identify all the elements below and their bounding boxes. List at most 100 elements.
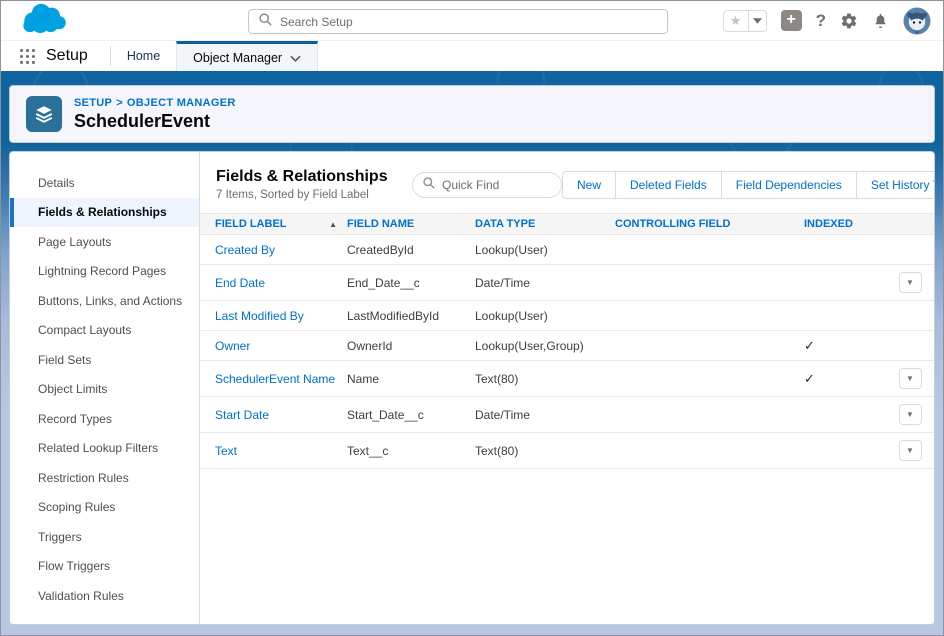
sidebar-item-record-types[interactable]: Record Types (10, 404, 199, 434)
header-actions: ★ + ? (723, 7, 931, 35)
table-row: Start Date Start_Date__c Date/Time ▼ (200, 397, 935, 433)
column-header-controlling-field[interactable]: CONTROLLING FIELD (615, 218, 790, 230)
panel-actions: New Deleted Fields Field Dependencies Se… (562, 171, 935, 199)
table-row: Last Modified By LastModifiedById Lookup… (200, 301, 935, 331)
data-type-cell: Text(80) (475, 372, 615, 386)
help-icon[interactable]: ? (816, 11, 826, 31)
salesforce-logo (13, 2, 71, 39)
sidebar-item-fields-relationships[interactable]: Fields & Relationships (10, 198, 199, 228)
object-manager-card: Details Fields & Relationships Page Layo… (9, 151, 935, 625)
data-type-cell: Lookup(User) (475, 309, 615, 323)
deleted-fields-button[interactable]: Deleted Fields (615, 171, 722, 199)
table-row: Text Text__c Text(80) ▼ (200, 433, 935, 469)
field-label-link[interactable]: Owner (215, 339, 250, 353)
global-header: ★ + ? (1, 1, 943, 41)
field-name-cell: Name (347, 372, 475, 386)
sidebar-item-object-limits[interactable]: Object Limits (10, 375, 199, 405)
row-actions-button[interactable]: ▼ (899, 368, 922, 389)
favorites-control: ★ (723, 10, 767, 32)
setup-nav-bar: Setup Home Object Manager (1, 41, 943, 71)
app-name-label: Setup (46, 41, 110, 71)
field-dependencies-button[interactable]: Field Dependencies (721, 171, 857, 199)
set-history-tracking-button[interactable]: Set History Tracking (856, 171, 935, 199)
field-label-link[interactable]: Last Modified By (215, 309, 304, 323)
data-type-cell: Date/Time (475, 276, 615, 290)
tab-object-manager-label: Object Manager (193, 51, 282, 65)
field-name-cell: Text__c (347, 444, 475, 458)
field-label-link[interactable]: Start Date (215, 408, 269, 422)
field-label-link[interactable]: End Date (215, 276, 265, 290)
column-header-indexed[interactable]: INDEXED (790, 218, 890, 230)
sidebar-item-details[interactable]: Details (10, 168, 199, 198)
breadcrumb: SETUP > OBJECT MANAGER (74, 97, 236, 109)
indexed-check-icon: ✓ (804, 338, 815, 353)
search-icon (423, 176, 435, 194)
sidebar-item-field-sets[interactable]: Field Sets (10, 345, 199, 375)
field-label-link[interactable]: Created By (215, 243, 275, 257)
table-row: End Date End_Date__c Date/Time ▼ (200, 265, 935, 301)
gear-icon[interactable] (840, 12, 858, 30)
tab-home[interactable]: Home (111, 41, 176, 71)
field-label-link[interactable]: SchedulerEvent Name (215, 372, 335, 386)
table-row: SchedulerEvent Name Name Text(80) ✓ ▼ (200, 361, 935, 397)
page-header-card: SETUP > OBJECT MANAGER SchedulerEvent (9, 85, 935, 143)
page-title: SchedulerEvent (74, 111, 236, 132)
global-actions-plus-icon[interactable]: + (781, 10, 802, 31)
object-layers-icon (26, 96, 62, 132)
panel-title: Fields & Relationships (216, 168, 412, 186)
page-background: SETUP > OBJECT MANAGER SchedulerEvent Deta… (1, 71, 943, 635)
sidebar-item-lightning-record-pages[interactable]: Lightning Record Pages (10, 257, 199, 287)
fields-table: FIELD LABEL ▲ FIELD NAME DATA TYPE CONTR… (200, 213, 935, 469)
breadcrumb-object-manager-link[interactable]: OBJECT MANAGER (127, 97, 236, 109)
row-actions-button[interactable]: ▼ (899, 272, 922, 293)
search-icon (259, 13, 272, 31)
sidebar-item-page-layouts[interactable]: Page Layouts (10, 227, 199, 257)
row-actions-button[interactable]: ▼ (899, 440, 922, 461)
indexed-cell: ✓ (790, 371, 890, 387)
quick-find-input[interactable] (442, 178, 551, 192)
salesforce-setup-window: { "header": { "search_placeholder": "Sea… (0, 0, 944, 636)
data-type-cell: Date/Time (475, 408, 615, 422)
row-actions-button[interactable]: ▼ (899, 404, 922, 425)
tab-object-manager[interactable]: Object Manager (176, 41, 318, 71)
sidebar-item-flow-triggers[interactable]: Flow Triggers (10, 552, 199, 582)
user-avatar[interactable] (903, 7, 931, 35)
favorite-star-icon[interactable]: ★ (723, 10, 749, 32)
column-header-field-label[interactable]: FIELD LABEL ▲ (200, 218, 347, 230)
sidebar-item-restriction-rules[interactable]: Restriction Rules (10, 463, 199, 493)
indexed-cell: ✓ (790, 338, 890, 354)
table-row: Created By CreatedById Lookup(User) (200, 235, 935, 265)
sidebar-item-scoping-rules[interactable]: Scoping Rules (10, 493, 199, 523)
breadcrumb-setup-link[interactable]: SETUP (74, 97, 112, 109)
sort-ascending-icon: ▲ (329, 220, 337, 229)
field-name-cell: LastModifiedById (347, 309, 475, 323)
data-type-cell: Lookup(User) (475, 243, 615, 257)
indexed-check-icon: ✓ (804, 371, 815, 386)
chevron-down-icon (290, 51, 301, 65)
sidebar-item-triggers[interactable]: Triggers (10, 522, 199, 552)
column-header-field-name[interactable]: FIELD NAME (347, 218, 475, 230)
data-type-cell: Lookup(User,Group) (475, 339, 615, 353)
new-button[interactable]: New (562, 171, 616, 199)
fields-relationships-panel: Fields & Relationships 7 Items, Sorted b… (200, 152, 935, 624)
sidebar-item-buttons-links-actions[interactable]: Buttons, Links, and Actions (10, 286, 199, 316)
sidebar-item-compact-layouts[interactable]: Compact Layouts (10, 316, 199, 346)
column-header-data-type[interactable]: DATA TYPE (475, 218, 615, 230)
global-search-box (248, 9, 668, 34)
search-setup-input[interactable] (280, 15, 657, 29)
app-launcher-waffle-icon[interactable] (1, 41, 46, 71)
bell-icon[interactable] (872, 12, 889, 30)
field-label-link[interactable]: Text (215, 444, 237, 458)
field-name-cell: Start_Date__c (347, 408, 475, 422)
field-name-cell: End_Date__c (347, 276, 475, 290)
breadcrumb-separator: > (116, 97, 123, 109)
favorites-chevron-down-icon[interactable] (749, 10, 767, 32)
table-row: Owner OwnerId Lookup(User,Group) ✓ (200, 331, 935, 361)
sidebar-item-related-lookup-filters[interactable]: Related Lookup Filters (10, 434, 199, 464)
panel-item-count: 7 Items, Sorted by Field Label (216, 189, 412, 201)
sidebar-item-validation-rules[interactable]: Validation Rules (10, 581, 199, 611)
panel-header: Fields & Relationships 7 Items, Sorted b… (200, 152, 935, 213)
data-type-cell: Text(80) (475, 444, 615, 458)
object-sidebar: Details Fields & Relationships Page Layo… (10, 152, 200, 624)
table-header-row: FIELD LABEL ▲ FIELD NAME DATA TYPE CONTR… (200, 213, 935, 235)
